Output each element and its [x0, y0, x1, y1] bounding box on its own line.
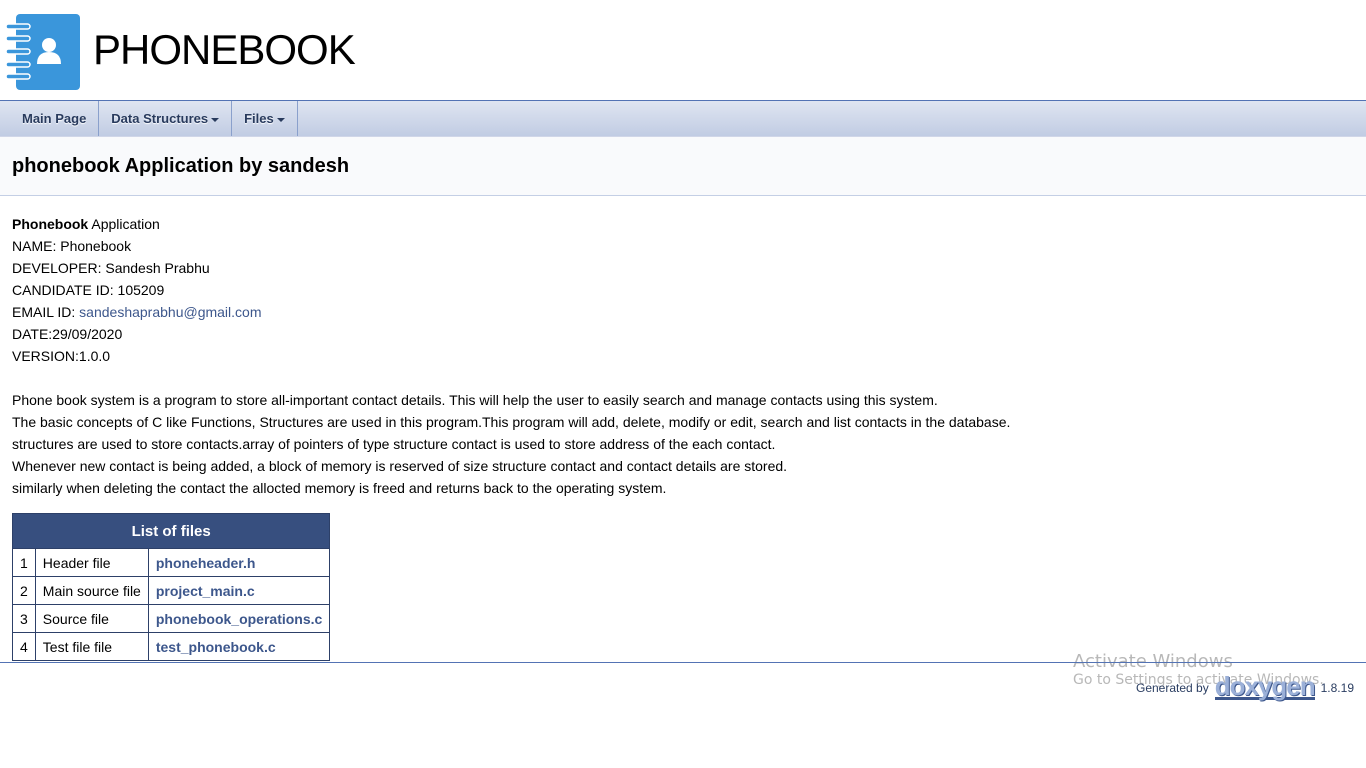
nav-label: Files — [244, 111, 274, 126]
name-line: NAME: Phonebook — [12, 238, 132, 254]
file-link[interactable]: project_main.c — [156, 583, 255, 599]
row-index: 2 — [12, 576, 36, 605]
generated-by: Generated by — [1135, 680, 1209, 695]
description-line: structures are used to store contacts.ar… — [12, 436, 776, 452]
description-line: Whenever new contact is being added, a b… — [12, 458, 788, 474]
caret-down-icon — [211, 117, 220, 122]
table-row: 3 Source file phonebook_operations.c — [12, 604, 331, 633]
app-bold: Phonebook — [12, 216, 89, 232]
nav-label: Data Structures — [111, 111, 209, 126]
file-type: Main source file — [34, 576, 149, 605]
nav-files[interactable]: Files — [232, 101, 298, 136]
row-index: 3 — [12, 604, 36, 633]
phonebook-logo-icon — [6, 14, 80, 90]
description-line: The basic concepts of C like Functions, … — [12, 414, 1011, 430]
email-label: EMAIL ID: — [12, 304, 80, 320]
nav-data-structures[interactable]: Data Structures — [99, 101, 233, 136]
app-rest: Application — [88, 216, 160, 232]
email-line: EMAIL ID: sandeshaprabhu@gmail.com — [12, 301, 1354, 323]
table-row: 1 Header file phoneheader.h — [12, 548, 331, 577]
file-type: Header file — [34, 548, 149, 577]
contents: Phonebook Application NAME: Phonebook DE… — [0, 196, 1366, 661]
version-line: VERSION:1.0.0 — [12, 348, 111, 364]
candidate-line: CANDIDATE ID: 105209 — [12, 282, 165, 298]
page-header: phonebook Application by sandesh — [0, 137, 1366, 196]
title-area: PHONEBOOK — [0, 0, 1366, 101]
app-line: Phonebook Application — [12, 213, 1354, 235]
files-table: List of files 1 Header file phoneheader.h … — [12, 513, 331, 661]
nav-main-page[interactable]: Main Page — [0, 101, 100, 136]
description-line: similarly when deleting the contact the … — [12, 480, 667, 496]
nav-label: Main Page — [22, 111, 87, 126]
table-row: 4 Test file file test_phonebook.c — [12, 632, 331, 661]
doxygen-version: 1.8.19 — [1320, 680, 1354, 695]
doxygen-logo[interactable]: doxygen — [1214, 673, 1316, 700]
table-row: 2 Main source file project_main.c — [12, 576, 331, 605]
row-index: 1 — [12, 548, 36, 577]
file-type: Source file — [34, 604, 149, 633]
file-type: Test file file — [34, 632, 149, 661]
project-name: PHONEBOOK — [93, 26, 356, 73]
email-link[interactable]: sandeshaprabhu@gmail.com — [79, 304, 261, 320]
nav-bar: Main Page Data Structures Files — [0, 101, 1366, 137]
date-line: DATE:29/09/2020 — [12, 326, 123, 342]
description-line: Phone book system is a program to store … — [12, 392, 938, 408]
file-link[interactable]: phoneheader.h — [156, 555, 256, 571]
file-link[interactable]: test_phonebook.c — [156, 639, 276, 655]
developer-line: DEVELOPER: Sandesh Prabhu — [12, 260, 210, 276]
caret-down-icon — [276, 117, 285, 122]
file-link[interactable]: phonebook_operations.c — [156, 611, 322, 627]
row-index: 4 — [12, 632, 36, 661]
page-title: phonebook Application by sandesh — [12, 155, 350, 177]
table-title: List of files — [12, 513, 330, 549]
footer: Generated by doxygen 1.8.19 — [0, 662, 1366, 700]
